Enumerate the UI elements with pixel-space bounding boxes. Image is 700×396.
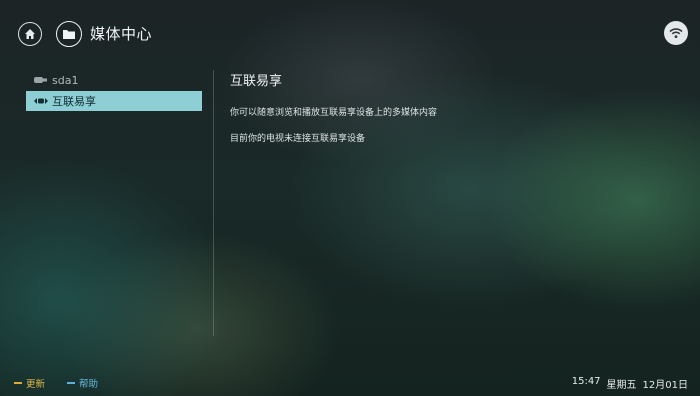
clock-weekday: 星期五 <box>606 380 637 391</box>
panel-divider <box>213 70 214 336</box>
detail-panel: 互联易享 你可以随意浏览和播放互联易享设备上的多媒体内容 目前你的电视未连接互联… <box>230 70 670 157</box>
source-item-label: sda1 <box>52 73 79 87</box>
usb-drive-icon <box>34 76 48 84</box>
footer-bar: 更新 帮助 15:47 星期五 12月01日 <box>0 374 700 391</box>
clock: 15:47 星期五 12月01日 <box>572 376 688 391</box>
top-bar: 媒体中心 <box>0 0 700 50</box>
source-list: sda1 互联易享 <box>26 70 202 112</box>
source-item-dlna[interactable]: 互联易享 <box>26 91 202 111</box>
blue-key-icon <box>67 382 75 384</box>
background <box>0 0 700 396</box>
home-icon <box>25 29 35 39</box>
wifi-icon <box>669 28 683 38</box>
detail-title: 互联易享 <box>230 74 283 89</box>
detail-status: 目前你的电视未连接互联易享设备 <box>230 134 366 144</box>
dlna-icon <box>34 97 48 105</box>
help-label: 帮助 <box>79 379 99 390</box>
source-item-label: 互联易享 <box>52 95 96 108</box>
clock-date: 12月01日 <box>642 380 688 391</box>
detail-description: 你可以随意浏览和播放互联易享设备上的多媒体内容 <box>230 108 438 118</box>
wifi-button[interactable] <box>664 21 688 45</box>
folder-icon <box>56 21 82 47</box>
home-button[interactable] <box>18 22 42 46</box>
update-button[interactable]: 更新 <box>14 376 45 390</box>
clock-time: 15:47 <box>571 376 601 387</box>
update-label: 更新 <box>26 379 46 390</box>
yellow-key-icon <box>14 382 22 384</box>
page-title: 媒体中心 <box>90 25 153 43</box>
source-item-sda1[interactable]: sda1 <box>26 70 202 90</box>
help-button[interactable]: 帮助 <box>67 376 98 390</box>
